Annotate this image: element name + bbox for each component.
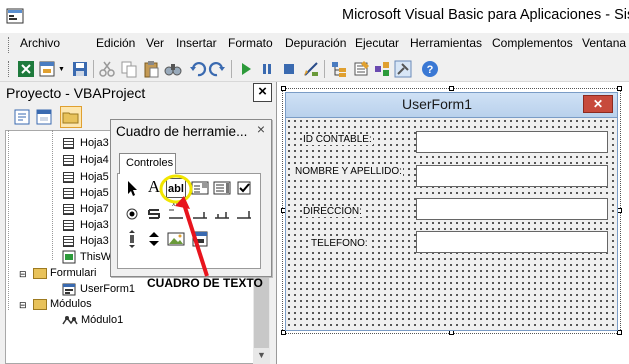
insert-userform-icon[interactable] bbox=[38, 60, 56, 78]
help-icon[interactable]: ? bbox=[421, 60, 439, 78]
object-browser-icon[interactable] bbox=[373, 60, 391, 78]
break-icon[interactable] bbox=[258, 60, 276, 78]
menu-archivo[interactable]: Archivo bbox=[20, 36, 60, 50]
folder-icon bbox=[33, 299, 47, 310]
module-icon bbox=[62, 316, 78, 325]
project-close-button[interactable]: × bbox=[253, 83, 272, 102]
paste-icon[interactable] bbox=[142, 60, 160, 78]
field-label-telefono[interactable]: TELEFONO: bbox=[310, 238, 369, 249]
properties-icon[interactable] bbox=[352, 60, 370, 78]
menu-ventana[interactable]: Ventana bbox=[582, 36, 626, 50]
multipage-icon[interactable] bbox=[234, 204, 254, 224]
menu-depuracion[interactable]: Depuración bbox=[285, 36, 346, 50]
textbox-telefono[interactable] bbox=[416, 231, 608, 253]
tree-item-sheet[interactable]: Hoja3 bbox=[80, 235, 109, 247]
select-objects-icon[interactable] bbox=[122, 178, 142, 198]
worksheet-icon bbox=[63, 172, 74, 183]
worksheet-icon bbox=[63, 220, 74, 231]
tree-item-sheet[interactable]: Hoja4 bbox=[80, 154, 109, 166]
menu-ejecutar[interactable]: Ejecutar bbox=[355, 36, 399, 50]
find-icon[interactable] bbox=[164, 60, 182, 78]
toolbox-icon[interactable] bbox=[394, 60, 412, 78]
tree-item-module[interactable]: Módulo1 bbox=[81, 314, 123, 326]
menu-complementos[interactable]: Complementos bbox=[492, 36, 573, 50]
folder-icon bbox=[33, 268, 47, 279]
view-code-icon[interactable] bbox=[13, 108, 31, 126]
menu-herramientas[interactable]: Herramientas bbox=[410, 36, 482, 50]
tree-item-sheet[interactable]: Hoja7 bbox=[80, 203, 109, 215]
annotation-arrow-icon bbox=[159, 174, 209, 277]
textbox-nombre-apellido[interactable] bbox=[416, 165, 608, 187]
vba-app-icon bbox=[6, 8, 24, 24]
window-title: Microsoft Visual Basic para Aplicaciones… bbox=[342, 7, 629, 23]
undo-icon[interactable] bbox=[189, 60, 207, 78]
textbox-id-contable[interactable] bbox=[416, 131, 608, 153]
dropdown-arrow-icon[interactable]: ▼ bbox=[58, 66, 65, 73]
field-label-direccion[interactable]: DIRECCION: bbox=[302, 206, 363, 217]
field-label-id-contable[interactable]: ID CONTABLE: bbox=[302, 134, 373, 145]
userform-title: UserForm1 bbox=[402, 96, 473, 112]
tree-item-userform[interactable]: UserForm1 bbox=[80, 283, 135, 295]
scrollbar-icon[interactable] bbox=[122, 229, 142, 249]
worksheet-icon bbox=[63, 138, 74, 149]
menu-edicion[interactable]: Edición bbox=[96, 36, 135, 50]
cut-icon[interactable] bbox=[98, 60, 116, 78]
worksheet-icon bbox=[63, 155, 74, 166]
view-object-icon[interactable] bbox=[35, 108, 53, 126]
toggle-folders-icon[interactable] bbox=[60, 106, 82, 128]
tree-item-sheet[interactable]: Hoja3 bbox=[80, 219, 109, 231]
copy-icon[interactable] bbox=[120, 60, 138, 78]
worksheet-icon bbox=[63, 204, 74, 215]
textbox-direccion[interactable] bbox=[416, 198, 608, 220]
tree-item-workbook[interactable]: ThisW bbox=[80, 251, 111, 263]
excel-icon[interactable] bbox=[17, 60, 35, 78]
checkbox-icon[interactable] bbox=[234, 178, 254, 198]
toolbar-grip-icon[interactable] bbox=[8, 61, 11, 77]
tree-item-modules-folder[interactable]: Módulos bbox=[50, 298, 92, 310]
menu-formato[interactable]: Formato bbox=[228, 36, 273, 50]
menu-grip-icon[interactable] bbox=[8, 37, 11, 53]
redo-icon[interactable] bbox=[208, 60, 226, 78]
userform-icon bbox=[62, 283, 76, 296]
design-mode-icon[interactable] bbox=[302, 60, 320, 78]
annotation-label: CUADRO DE TEXTO bbox=[147, 276, 263, 290]
optionbutton-icon[interactable] bbox=[122, 204, 142, 224]
worksheet-icon bbox=[63, 188, 74, 199]
tree-item-forms-folder[interactable]: Formulari bbox=[50, 267, 96, 279]
tree-item-sheet[interactable]: Hoja3 bbox=[80, 137, 109, 149]
save-icon[interactable] bbox=[71, 60, 89, 78]
worksheet-icon bbox=[63, 236, 74, 247]
collapse-icon[interactable]: ⊟ bbox=[19, 300, 27, 311]
reset-icon[interactable] bbox=[280, 60, 298, 78]
project-explorer-icon[interactable] bbox=[330, 60, 348, 78]
workbook-icon bbox=[62, 250, 76, 264]
tree-item-sheet[interactable]: Hoja5 bbox=[80, 187, 109, 199]
toolbox-title: Cuadro de herramie... bbox=[116, 124, 248, 139]
menu-ver[interactable]: Ver bbox=[146, 36, 164, 50]
userform-close-button[interactable]: ✕ bbox=[583, 95, 613, 113]
scroll-down-icon[interactable]: ▼ bbox=[257, 350, 266, 360]
toolbox-close-button[interactable]: × bbox=[253, 121, 269, 137]
run-icon[interactable] bbox=[237, 60, 255, 78]
project-panel-title: Proyecto - VBAProject bbox=[6, 85, 146, 101]
collapse-icon[interactable]: ⊟ bbox=[19, 269, 27, 280]
svg-text:?: ? bbox=[427, 64, 434, 76]
field-label-nombre-apellido[interactable]: NOMBRE Y APELLIDO: bbox=[294, 166, 403, 177]
vba-editor-window: Microsoft Visual Basic para Aplicaciones… bbox=[0, 0, 629, 364]
menu-insertar[interactable]: Insertar bbox=[176, 36, 217, 50]
tree-item-sheet[interactable]: Hoja5 bbox=[80, 171, 109, 183]
